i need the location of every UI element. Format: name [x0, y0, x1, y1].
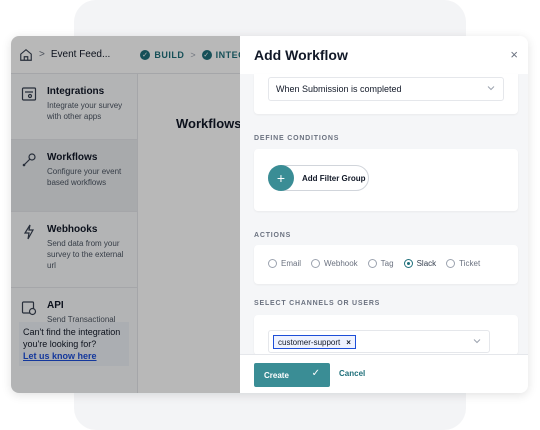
cancel-button[interactable]: Cancel	[339, 369, 365, 378]
conditions-card: + Add Filter Group	[254, 149, 518, 211]
radio-circle	[446, 259, 456, 268]
action-label: Email	[281, 259, 302, 268]
trigger-select[interactable]: When Submission is completed	[268, 77, 504, 101]
actions-card: Email Webhook Tag Slack Ticket	[254, 245, 518, 284]
channels-label: SELECT CHANNELS OR USERS	[254, 300, 381, 307]
create-button[interactable]: Create ✓	[254, 363, 330, 387]
check-icon: ✓	[311, 368, 320, 379]
action-radio-email[interactable]: Email	[268, 259, 301, 268]
action-radio-slack[interactable]: Slack	[403, 259, 437, 268]
conditions-label: DEFINE CONDITIONS	[254, 135, 340, 142]
chevron-down-icon	[473, 339, 481, 344]
action-label: Webhook	[324, 259, 358, 268]
action-label: Tag	[380, 259, 394, 268]
radio-circle	[311, 259, 321, 268]
chevron-down-icon	[487, 86, 495, 91]
drawer-title: Add Workflow	[254, 47, 348, 63]
trigger-select-value: When Submission is completed	[276, 84, 402, 94]
trigger-card: When Submission is completed	[254, 74, 518, 114]
create-button-label: Create	[264, 370, 289, 380]
add-workflow-drawer: Add Workflow × When Submission is comple…	[240, 36, 528, 393]
radio-circle	[367, 259, 377, 268]
drawer-header: Add Workflow ×	[240, 36, 528, 74]
close-icon[interactable]: ×	[510, 47, 518, 62]
actions-radio-group: Email Webhook Tag Slack Ticket	[268, 259, 490, 268]
action-radio-ticket[interactable]: Ticket	[446, 259, 480, 268]
add-filter-group-label: Add Filter Group	[302, 173, 366, 183]
action-radio-tag[interactable]: Tag	[367, 259, 394, 268]
channel-chip: customer-support ×	[273, 335, 356, 349]
channels-card: customer-support ×	[254, 315, 518, 355]
actions-label: ACTIONS	[254, 232, 292, 239]
modal-overlay[interactable]	[11, 36, 240, 393]
chip-close-icon[interactable]: ×	[346, 338, 351, 347]
channel-chip-label: customer-support	[278, 337, 341, 347]
radio-circle	[403, 259, 413, 268]
channels-select[interactable]: customer-support ×	[268, 330, 490, 353]
add-filter-group-button[interactable]: + Add Filter Group	[268, 165, 369, 191]
action-radio-webhook[interactable]: Webhook	[311, 259, 358, 268]
drawer-footer: Create ✓ Cancel	[240, 354, 528, 393]
action-label: Slack	[416, 259, 437, 268]
app-window: > Event Feed... ✓ BUILD > ✓ INTEG Integr…	[11, 36, 528, 393]
action-label: Ticket	[459, 259, 481, 268]
plus-icon: +	[268, 165, 294, 191]
radio-circle	[268, 259, 277, 268]
